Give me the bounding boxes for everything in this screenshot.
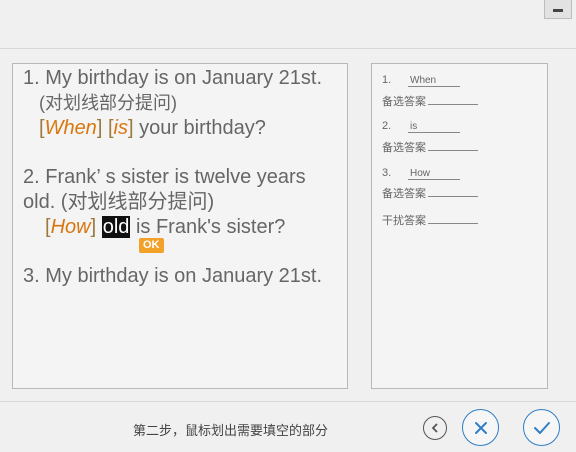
question-2: 2. Frank’ s sister is twelve years old. … bbox=[23, 165, 337, 253]
confirm-button[interactable] bbox=[523, 409, 560, 446]
question-1-text: 1. My birthday is on January 21st. bbox=[23, 67, 323, 89]
answer-item: 3. How bbox=[382, 167, 460, 180]
answer-options-row: 备选答案 bbox=[382, 185, 478, 201]
options-input[interactable] bbox=[428, 196, 478, 197]
answer-word[interactable]: is bbox=[408, 121, 460, 133]
question-2-text-cont: old. (对划线部分提问) bbox=[23, 191, 215, 213]
ok-button[interactable]: OK bbox=[139, 238, 164, 253]
question-2-text: 2. Frank’ s sister is twelve years bbox=[23, 166, 306, 188]
question-2-answer: [How] old is Frank's sister? OK bbox=[23, 215, 337, 253]
answer-word[interactable]: When bbox=[408, 75, 460, 87]
answer-word[interactable]: How bbox=[408, 168, 460, 180]
blank-is[interactable]: is bbox=[114, 117, 128, 139]
answer-item: 1. When bbox=[382, 74, 460, 87]
question-3: 3. My birthday is on January 21st. bbox=[23, 264, 337, 289]
question-1-answer-rest: your birthday? bbox=[133, 117, 266, 139]
options-label: 备选答案 bbox=[382, 188, 426, 200]
answer-options-row: 备选答案 bbox=[382, 93, 478, 109]
answer-panel: 1. When 备选答案 2. is 备选答案 3. How 备选答案 干扰答案 bbox=[371, 63, 548, 389]
blank-when[interactable]: When bbox=[45, 117, 97, 139]
question-editor[interactable]: 1. My birthday is on January 21st. (对划线部… bbox=[12, 63, 348, 389]
footer: 第二步，鼠标划出需要填空的部分 bbox=[0, 401, 576, 452]
back-button[interactable] bbox=[423, 416, 447, 440]
minimize-icon bbox=[553, 8, 563, 12]
distractor-input[interactable] bbox=[428, 223, 478, 224]
question-1-answer: [When] [is] your birthday? bbox=[23, 116, 337, 141]
answer-item: 2. is bbox=[382, 120, 460, 133]
distractor-label: 干扰答案 bbox=[382, 215, 426, 227]
chevron-left-icon bbox=[431, 423, 438, 433]
answer-number: 3. bbox=[382, 167, 392, 179]
distractor-row: 干扰答案 bbox=[382, 212, 478, 228]
options-label: 备选答案 bbox=[382, 142, 426, 154]
answer-number: 1. bbox=[382, 74, 392, 86]
question-1: 1. My birthday is on January 21st. (对划线部… bbox=[23, 66, 337, 141]
blank-how[interactable]: How bbox=[51, 216, 91, 238]
minimize-button[interactable] bbox=[544, 0, 572, 19]
title-bar bbox=[0, 0, 576, 49]
options-input[interactable] bbox=[428, 150, 478, 151]
close-icon bbox=[474, 421, 487, 434]
answer-number: 2. bbox=[382, 120, 392, 132]
question-2-answer-rest: is Frank's sister? bbox=[130, 216, 286, 238]
question-1-instruction: (对划线部分提问) bbox=[39, 93, 177, 113]
question-3-text: 3. My birthday is on January 21st. bbox=[23, 265, 323, 287]
bracket-close: ] bbox=[90, 216, 97, 238]
options-label: 备选答案 bbox=[382, 96, 426, 108]
check-icon bbox=[533, 421, 550, 434]
answer-options-row: 备选答案 bbox=[382, 139, 478, 155]
selected-text[interactable]: old bbox=[101, 216, 131, 238]
step-instruction: 第二步，鼠标划出需要填空的部分 bbox=[133, 423, 329, 438]
bracket-close: ] bbox=[96, 117, 103, 139]
cancel-button[interactable] bbox=[462, 409, 499, 446]
options-input[interactable] bbox=[428, 104, 478, 105]
